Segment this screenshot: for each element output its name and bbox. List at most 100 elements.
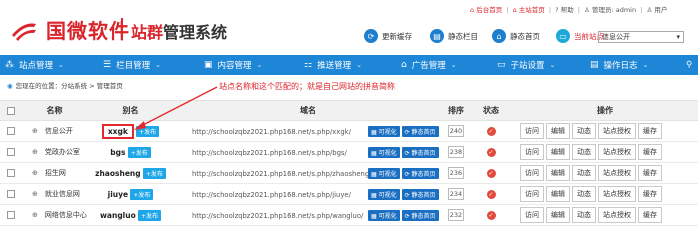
sort-input[interactable]: 238 [448,146,464,158]
op-button[interactable]: 动态 [572,186,596,202]
checkbox[interactable] [7,148,15,156]
op-button[interactable]: 访问 [520,165,544,181]
op-button[interactable]: 动态 [572,165,596,181]
op-button[interactable]: 访问 [520,123,544,139]
visual-button[interactable]: ▦ 可视化 [368,125,400,137]
chevron-down-icon: ⌄ [356,61,362,69]
nav-label: 广告管理 [411,61,446,71]
static-home-button[interactable]: ⌂ 静态首页 [492,28,540,44]
op-button[interactable]: 编辑 [546,186,570,202]
visual-button[interactable]: ▦ 可视化 [368,146,400,158]
sort-input[interactable]: 240 [448,125,464,137]
op-button[interactable]: 缓存 [638,144,662,160]
op-button[interactable]: 站点授权 [598,165,636,181]
main-site-link[interactable]: 主站首页 [519,6,545,14]
nav-content-manage[interactable]: ▣ 内容管理 ⌄ [204,55,262,75]
status-check-icon[interactable]: ✓ [486,126,496,136]
op-button[interactable]: 站点授权 [598,207,636,223]
backend-link[interactable]: 后台首页 [476,6,502,14]
op-button[interactable]: 缓存 [638,186,662,202]
header-checkbox[interactable] [0,100,22,121]
static-column-button[interactable]: ▤ 静态栏目 [430,28,478,44]
globe-icon: ⊕ [32,169,38,177]
nav-site-manage[interactable]: ⁂ 站点管理 ⌄ [5,55,64,75]
nav-column-manage[interactable]: ☰ 栏目管理 ⌄ [103,55,161,75]
checkbox[interactable] [7,169,15,177]
sort-input[interactable]: 234 [448,188,464,200]
op-button[interactable]: 缓存 [638,165,662,181]
publish-button[interactable]: +发布 [127,146,151,158]
op-button[interactable]: 访问 [520,186,544,202]
status-check-icon[interactable]: ✓ [486,189,496,199]
op-button[interactable]: 缓存 [638,207,662,223]
sitemap-icon: ⁂ [5,60,14,70]
help-link[interactable]: 帮助 [561,6,574,14]
status-check-icon[interactable]: ✓ [486,147,496,157]
update-cache-button[interactable]: ⟳ 更新缓存 [364,28,412,44]
site-name: 网络信息中心 [44,211,87,219]
site-name: 就业信息网 [44,190,80,198]
user-link[interactable]: 用户 [654,6,667,14]
domain-link[interactable]: http://schoolzqbz2021.php168.net/s.php/j… [192,191,368,199]
publish-button[interactable]: +发布 [137,209,162,221]
visual-button[interactable]: ▦ 可视化 [368,167,400,179]
nav-label: 推送管理 [317,61,352,71]
row-checkbox-cell[interactable] [0,120,22,142]
publish-button[interactable]: +发布 [130,188,154,200]
checkbox[interactable] [7,127,15,135]
site-select[interactable]: 信息公开 ▾ [598,31,684,43]
status-check-icon[interactable]: ✓ [486,210,496,220]
name-cell: ⊕ 就业信息网 [22,183,87,205]
static-home-row-button[interactable]: ⟳ 静态首页 [401,188,439,200]
nav-ad-manage[interactable]: ⌂ 广告管理 ⌄ [401,55,457,75]
alias-text: bgs [110,147,126,157]
static-home-row-button[interactable]: ⟳ 静态首页 [401,209,439,221]
checkbox[interactable] [7,106,15,115]
sort-input[interactable]: 232 [448,209,464,221]
op-button[interactable]: 站点授权 [598,144,636,160]
name-cell: ⊕ 党政办公室 [22,141,87,163]
static-home-row-button[interactable]: ⟳ 静态首页 [401,167,439,179]
checkbox[interactable] [7,211,15,219]
search-icon[interactable]: ⚲ [686,55,692,75]
name-cell: ⊕ 信息公开 [22,120,87,142]
nav-subsite-settings[interactable]: ▭ 子站设置 ⌄ [497,55,555,75]
op-button[interactable]: 动态 [572,144,596,160]
checkbox[interactable] [7,190,15,198]
op-button[interactable]: 站点授权 [598,123,636,139]
row-checkbox-cell[interactable] [0,162,22,184]
visual-label: 可视化 [378,170,397,178]
op-button[interactable]: 访问 [520,144,544,160]
refresh-icon: ⟳ [404,212,412,220]
op-button[interactable]: 动态 [572,207,596,223]
nav-push-manage[interactable]: ⚏ 推送管理 ⌄ [304,55,362,75]
visual-button[interactable]: ▦ 可视化 [368,209,400,221]
op-button[interactable]: 编辑 [546,207,570,223]
domain-link[interactable]: http://schoolzqbz2021.php168.net/s.php/z… [192,170,368,178]
row-checkbox-cell[interactable] [0,141,22,163]
op-button[interactable]: 访问 [520,207,544,223]
nav-label: 操作日志 [603,61,638,71]
visual-button[interactable]: ▦ 可视化 [368,188,400,200]
status-check-icon[interactable]: ✓ [486,168,496,178]
domain-link[interactable]: http://schoolzqbz2021.php168.net/s.php/x… [192,128,368,136]
sort-input[interactable]: 236 [448,167,464,179]
op-button[interactable]: 站点授权 [598,186,636,202]
op-button[interactable]: 编辑 [546,165,570,181]
domain-link[interactable]: http://schoolzqbz2021.php168.net/s.php/b… [192,149,368,157]
alias-text: jiuye [107,189,129,199]
op-button[interactable]: 编辑 [546,123,570,139]
row-checkbox-cell[interactable] [0,183,22,205]
publish-button[interactable]: +发布 [136,125,160,137]
op-button[interactable]: 缓存 [638,123,662,139]
static-label: 静态首页 [411,191,436,199]
row-checkbox-cell[interactable] [0,204,22,226]
nav-operation-log[interactable]: ▤ 操作日志 ⌄ [590,55,648,75]
alias-cell: bgs +发布 [87,141,174,163]
publish-button[interactable]: +发布 [142,167,166,179]
static-home-row-button[interactable]: ⟳ 静态首页 [401,125,439,137]
static-home-row-button[interactable]: ⟳ 静态首页 [401,146,439,158]
op-button[interactable]: 编辑 [546,144,570,160]
op-button[interactable]: 动态 [572,123,596,139]
domain-link[interactable]: http://schoolzqbz2021.php168.net/s.php/w… [192,212,368,220]
